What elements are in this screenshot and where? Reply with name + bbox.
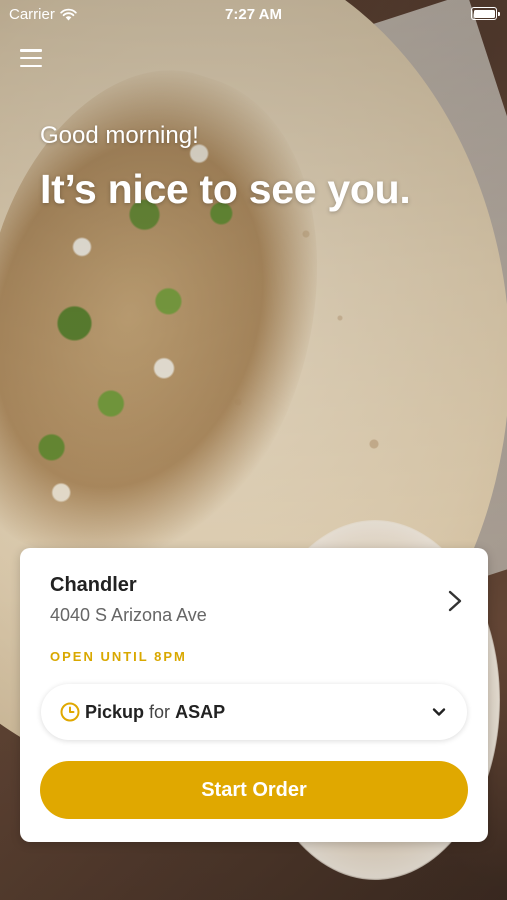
start-order-button[interactable]: Start Order [40,761,468,819]
welcome-headline: It’s nice to see you. [40,166,411,212]
order-type-selector[interactable]: Pickup for ASAP [41,684,467,740]
greeting-text: Good morning! [40,122,199,149]
hamburger-menu-icon[interactable] [18,47,44,69]
order-mode: Pickup [85,701,145,722]
store-address: 4040 S Arizona Ave [50,605,207,625]
status-time: 7:27 AM [225,6,282,23]
store-name: Chandler [50,574,137,596]
store-selector[interactable]: Chandler 4040 S Arizona Ave [50,574,466,634]
status-bar: Carrier 7:27 AM [0,0,507,28]
order-type-text: Pickup for ASAP [85,702,225,723]
chevron-right-icon[interactable] [448,590,462,612]
order-connector: for [149,701,171,722]
order-time: ASAP [175,701,226,722]
hours-status: OPEN UNTIL 8PM [50,649,187,664]
battery-icon [471,7,500,20]
chevron-down-icon[interactable] [431,704,447,720]
clock-icon [60,702,80,722]
location-card: Chandler 4040 S Arizona Ave OPEN UNTIL 8… [20,548,488,842]
